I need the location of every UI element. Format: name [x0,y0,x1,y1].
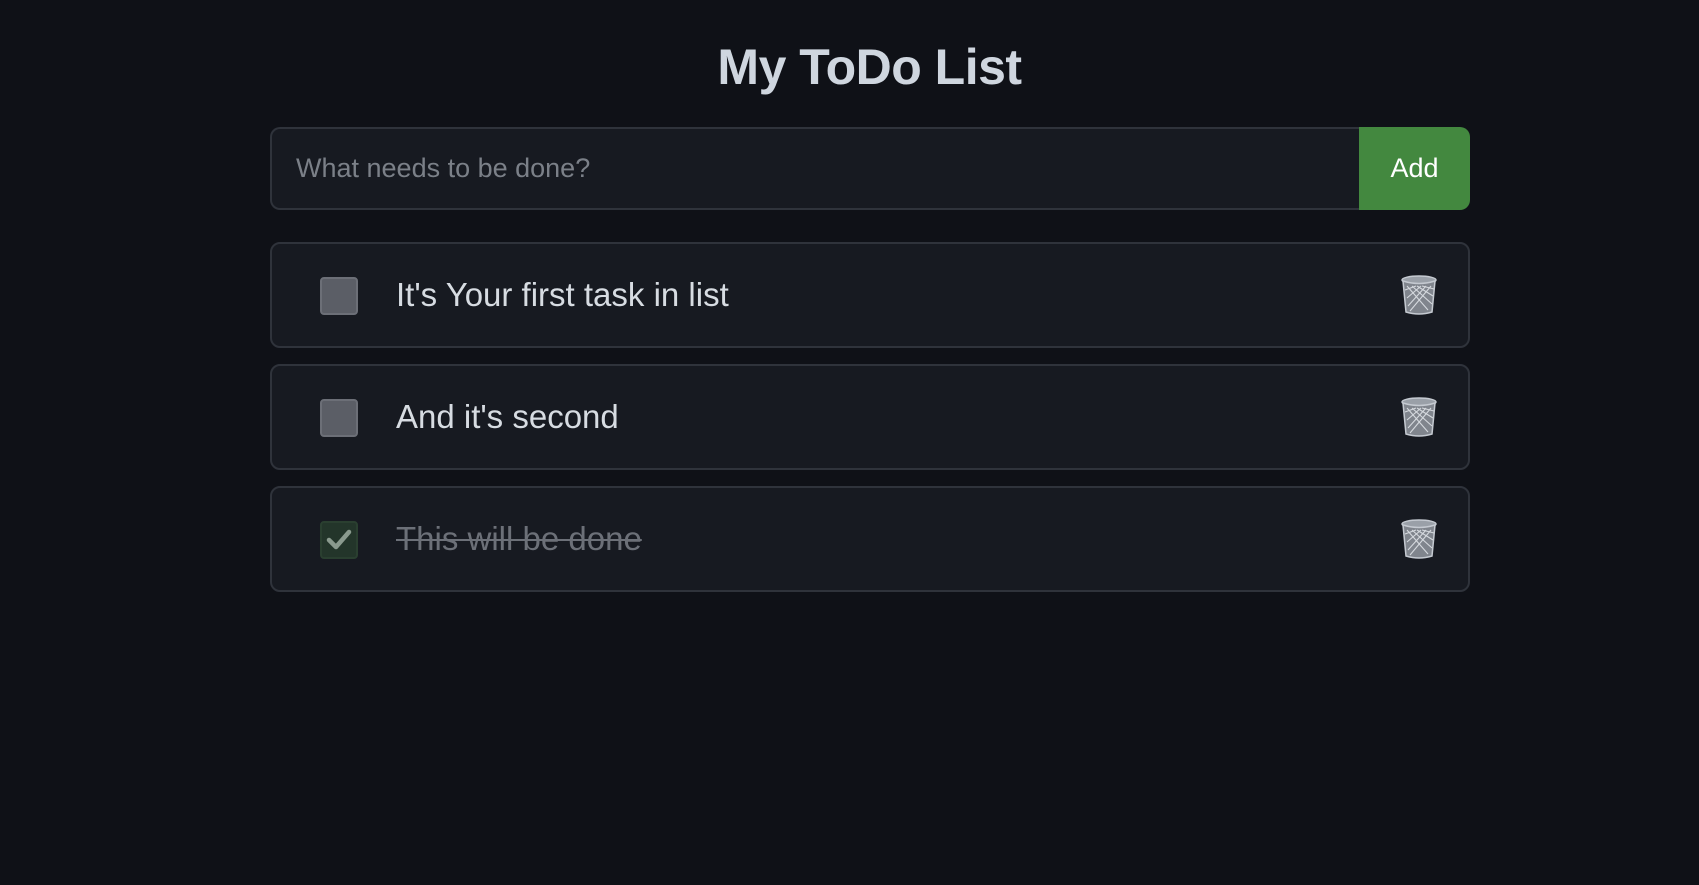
add-task-form: Add [270,127,1470,210]
task-list: It's Your first task in list And it's se… [270,242,1470,608]
delete-task-button[interactable] [1400,518,1438,560]
task-checkbox[interactable] [320,521,358,559]
checkmark-icon [326,529,352,550]
task-text: It's Your first task in list [396,276,729,313]
add-button[interactable]: Add [1359,127,1470,210]
task-item: This will be done [270,486,1470,592]
task-text: This will be done [396,520,642,557]
task-checkbox[interactable] [320,399,358,437]
trash-icon [1401,275,1437,315]
delete-task-button[interactable] [1400,274,1438,316]
task-item: And it's second [270,364,1470,470]
new-task-input[interactable] [270,127,1359,210]
delete-task-button[interactable] [1400,396,1438,438]
todo-app: My ToDo List Add It's Your first task in… [0,0,1699,885]
trash-icon [1401,519,1437,559]
page-title: My ToDo List [717,39,1022,95]
task-item: It's Your first task in list [270,242,1470,348]
trash-icon [1401,397,1437,437]
task-text: And it's second [396,398,619,435]
task-checkbox[interactable] [320,277,358,315]
